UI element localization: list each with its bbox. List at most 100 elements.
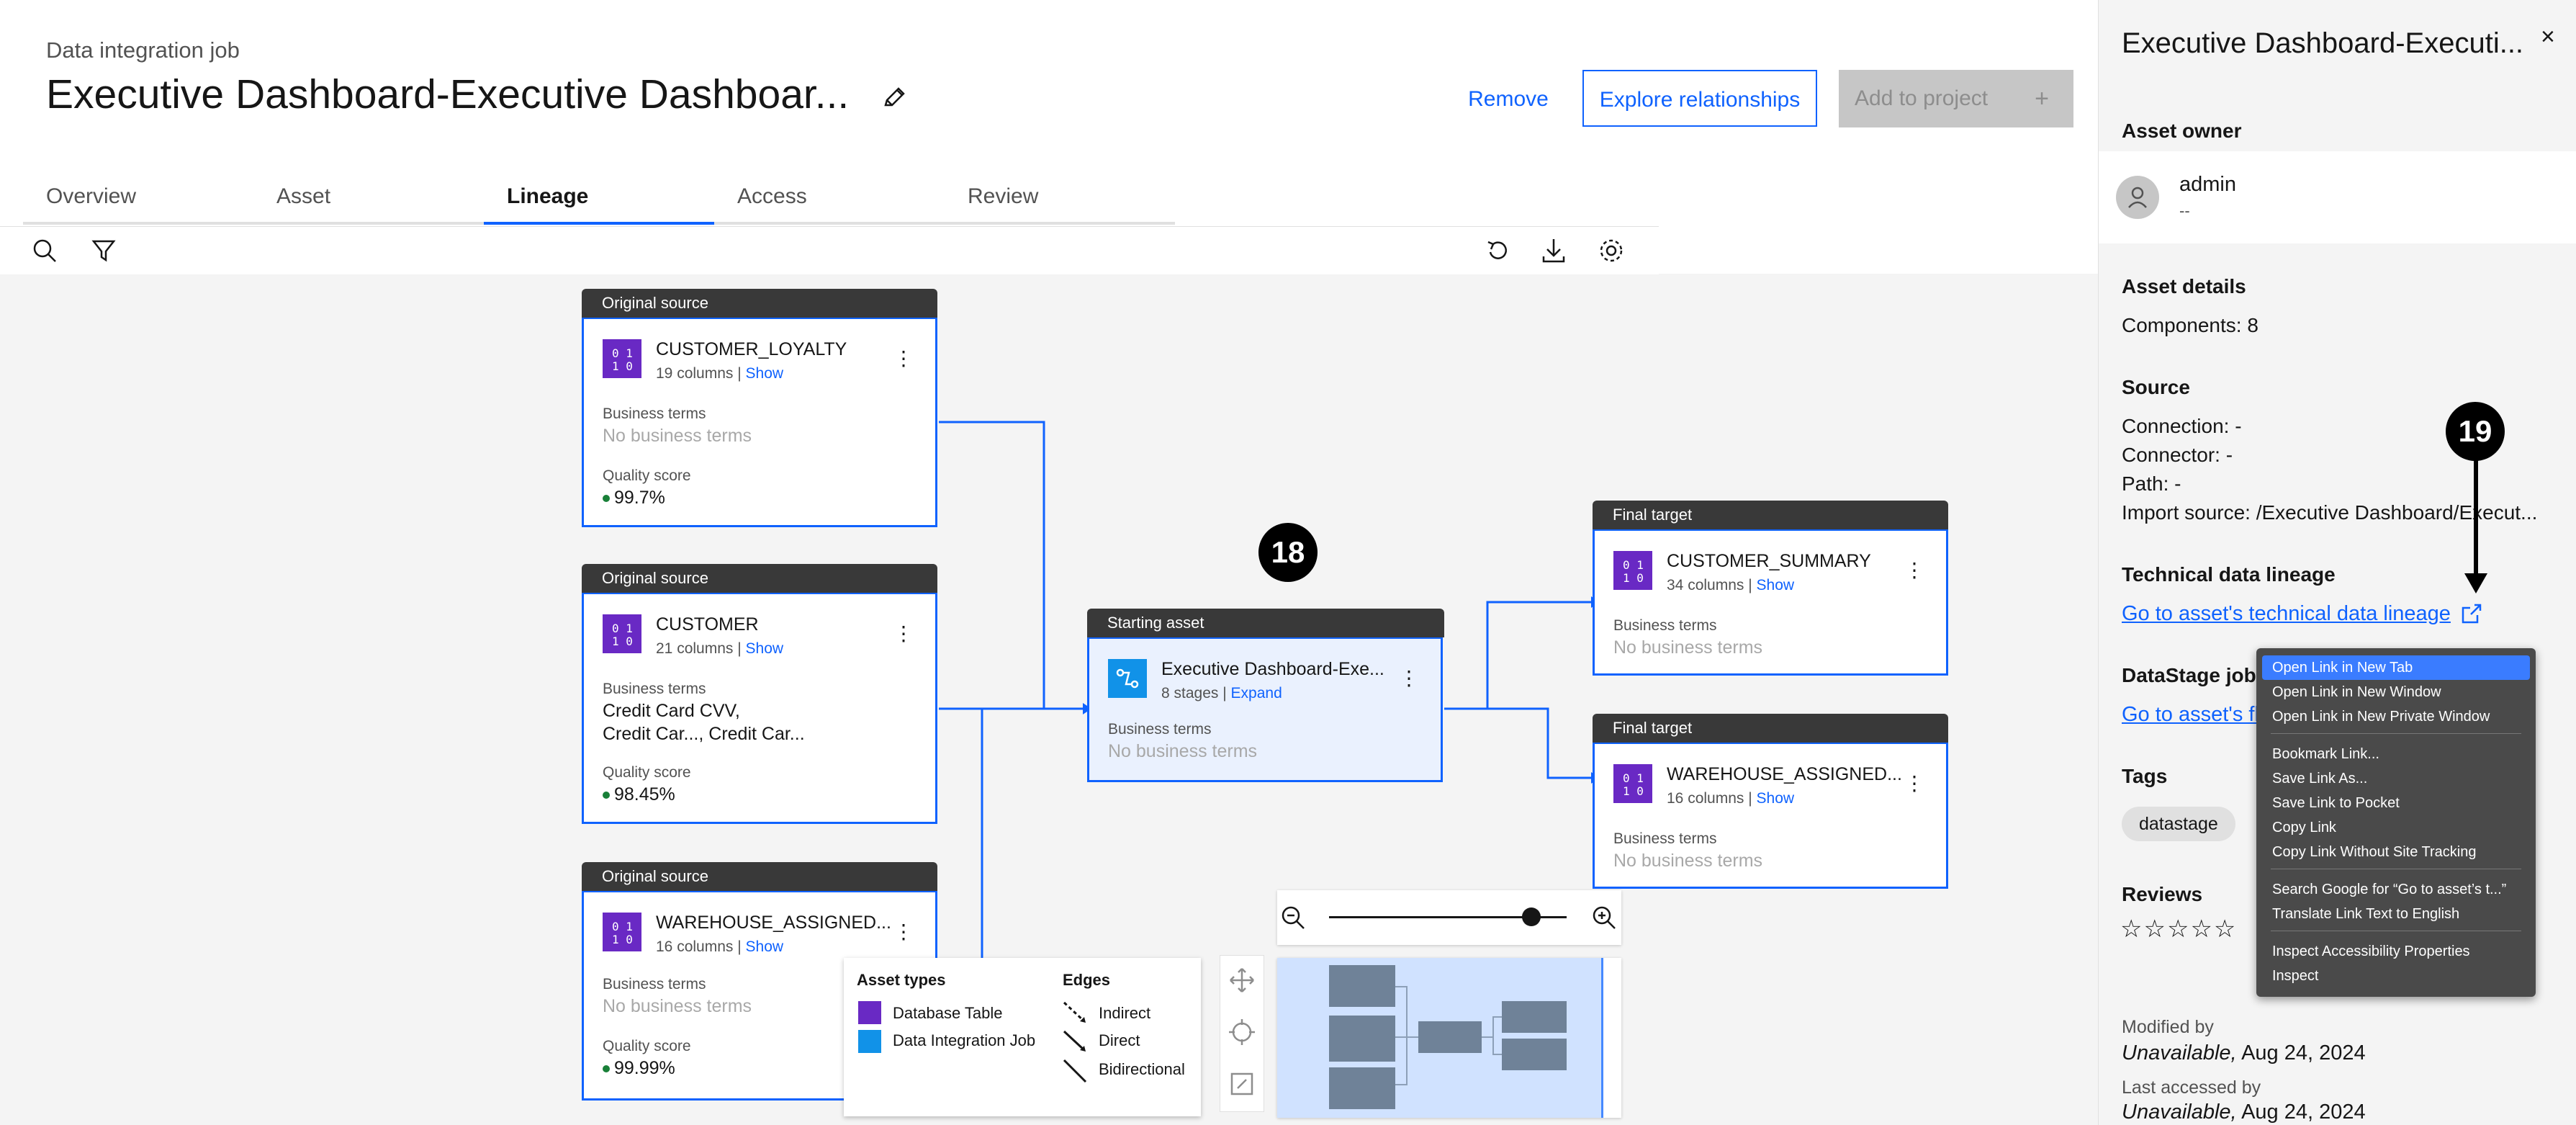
lineage-node-warehouse-assigned-target[interactable]: Final target 0 11 0 WAREHOUSE_ASSIGNED..… [1593,714,1948,889]
fit-to-screen-icon[interactable] [1228,1070,1256,1098]
modified-who: Unavailable, [2122,1041,2237,1065]
launch-icon[interactable] [2459,601,2485,627]
business-terms-label: Business terms [603,976,706,992]
pan-icon[interactable] [1228,966,1256,995]
avatar [2116,176,2159,219]
quality-score-label: Quality score [603,1038,691,1054]
show-link[interactable]: Show [746,938,784,955]
node-header: Final target [1593,714,1948,743]
accessed-date: Aug 24, 2024 [2241,1101,2366,1124]
tab-lineage[interactable]: Lineage [484,177,714,225]
node-name: CUSTOMER_LOYALTY [656,339,847,359]
center-icon[interactable] [1228,1018,1256,1046]
database-table-icon: 0 11 0 [1613,551,1652,590]
zoom-in-icon[interactable] [1590,903,1618,932]
menu-bookmark-link[interactable]: Bookmark Link... [2262,742,2530,766]
node-header: Original source [582,289,937,318]
tab-review[interactable]: Review [945,177,1175,225]
menu-open-private-window[interactable]: Open Link in New Private Window [2262,704,2530,729]
tag-datastage[interactable]: datastage [2122,807,2235,841]
show-link[interactable]: Show [1757,577,1795,593]
asset-owner-title: Asset owner [2122,120,2242,142]
legend-direct: Direct [1099,1031,1140,1049]
reset-icon[interactable] [1482,235,1513,266]
edit-pencil-icon[interactable] [878,82,910,114]
business-terms-label: Business terms [603,681,706,697]
overflow-menu-icon[interactable]: ⋮ [1904,771,1924,795]
expand-link[interactable]: Expand [1231,685,1282,702]
tab-overview[interactable]: Overview [23,177,253,225]
filter-icon[interactable] [88,235,120,266]
node-header: Final target [1593,501,1948,529]
zoom-out-icon[interactable] [1279,903,1307,932]
svg-text:1 0: 1 0 [612,359,633,373]
datastage-flow-link[interactable]: Go to asset's fl [2122,703,2259,727]
legend-database-table: Database Table [893,1004,1003,1022]
path-value: Path: - [2122,472,2181,495]
business-terms-value: No business terms [1108,741,1258,761]
show-link[interactable]: Show [746,640,784,657]
lineage-node-starting-asset[interactable]: Starting asset Executive Dashboard-Exe..… [1087,609,1444,782]
technical-lineage-link[interactable]: Go to asset's technical data lineage [2122,602,2451,626]
rating-stars-icon[interactable]: ☆☆☆☆☆ [2120,915,2237,944]
menu-inspect[interactable]: Inspect [2262,964,2530,988]
business-term-line: Credit Car..., Credit Car... [603,724,805,744]
business-terms-label: Business terms [1108,721,1212,738]
menu-open-new-window[interactable]: Open Link in New Window [2262,680,2530,704]
lineage-node-customer[interactable]: Original source 0 11 0 CUSTOMER 21 colum… [582,564,937,824]
node-columns-count: 16 columns | [1667,790,1752,807]
menu-translate-link[interactable]: Translate Link Text to English [2262,902,2530,926]
menu-open-new-tab[interactable]: Open Link in New Tab [2262,655,2530,680]
connection-value: Connection: - [2122,415,2242,437]
business-terms-value: No business terms [1613,851,1763,871]
svg-text:0 1: 0 1 [1623,771,1644,785]
menu-save-to-pocket[interactable]: Save Link to Pocket [2262,791,2530,815]
minimap-graph [1329,965,1567,1109]
quality-dot-icon [603,495,610,503]
lineage-node-customer-summary[interactable]: Final target 0 11 0 CUSTOMER_SUMMARY 34 … [1593,501,1948,676]
download-icon[interactable] [1538,235,1570,266]
step-badge-19: 19 [2446,402,2505,461]
explore-relationships-button[interactable]: Explore relationships [1582,70,1817,127]
search-icon[interactable] [29,235,60,266]
quality-score-value: 99.7% [603,488,665,508]
quality-dot-icon [603,792,610,799]
menu-search-google[interactable]: Search Google for “Go to asset’s t...” [2262,877,2530,902]
node-columns: 34 columns | Show [1667,577,1794,594]
settings-icon[interactable] [1595,235,1627,266]
owner-card [2099,151,2576,243]
menu-copy-link[interactable]: Copy Link [2262,815,2530,840]
lineage-legend: Asset types Database Table Data Integrat… [844,958,1201,1116]
show-link[interactable]: Show [1757,790,1795,807]
node-name: WAREHOUSE_ASSIGNED... [1667,764,1902,784]
quality-score-number: 99.7% [614,488,665,508]
close-icon[interactable]: × [2541,23,2555,51]
menu-inspect-accessibility[interactable]: Inspect Accessibility Properties [2262,939,2530,964]
overflow-menu-icon[interactable]: ⋮ [1399,666,1419,690]
zoom-slider-thumb[interactable] [1521,907,1541,926]
technical-lineage-title: Technical data lineage [2122,563,2336,586]
overflow-menu-icon[interactable]: ⋮ [893,346,914,370]
business-terms-value: No business terms [603,996,752,1016]
tab-access[interactable]: Access [714,177,945,225]
remove-button[interactable]: Remove [1462,71,1555,128]
canvas-tools [1220,955,1264,1112]
legend-indirect: Indirect [1099,1004,1151,1022]
tab-asset[interactable]: Asset [253,177,484,225]
overflow-menu-icon[interactable]: ⋮ [893,920,914,944]
overflow-menu-icon[interactable]: ⋮ [1904,558,1924,582]
menu-copy-link-no-tracking[interactable]: Copy Link Without Site Tracking [2262,840,2530,864]
show-link[interactable]: Show [746,365,784,382]
menu-save-link-as[interactable]: Save Link As... [2262,766,2530,791]
svg-text:0 1: 0 1 [612,920,633,933]
quality-score-label: Quality score [603,764,691,781]
minimap[interactable] [1277,958,1621,1118]
lineage-toolbar [0,226,1659,274]
accessed-value: Unavailable, Aug 24, 2024 [2122,1101,2366,1124]
database-table-icon [858,1001,881,1024]
overflow-menu-icon[interactable]: ⋮ [893,622,914,645]
lineage-node-customer-loyalty[interactable]: Original source 0 11 0 CUSTOMER_LOYALTY … [582,289,937,527]
business-terms-value: No business terms [603,426,752,446]
business-term-line: Credit Card CVV, [603,701,740,721]
business-terms-label: Business terms [1613,617,1717,634]
